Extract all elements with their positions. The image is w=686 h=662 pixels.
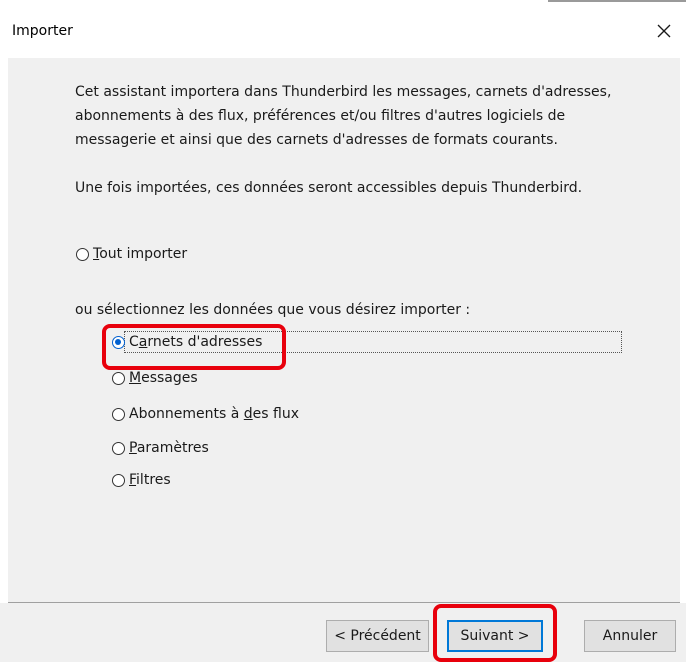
radio-import-all[interactable]: Tout importer bbox=[76, 242, 187, 266]
radio-label: Messages bbox=[129, 370, 198, 386]
intro-text-secondary: Une fois importées, ces données seront a… bbox=[75, 180, 583, 196]
radio-filters[interactable]: Filtres bbox=[112, 468, 171, 492]
next-button[interactable]: Suivant > bbox=[447, 620, 543, 652]
radio-circle-icon bbox=[112, 441, 125, 455]
cancel-button[interactable]: Annuler bbox=[584, 620, 676, 652]
window-edge-line bbox=[548, 0, 686, 2]
intro-text: Cet assistant importera dans Thunderbird… bbox=[75, 84, 612, 148]
import-dialog: Importer Cet assistant importera dans Th… bbox=[0, 0, 686, 662]
radio-label: Carnets d'adresses bbox=[129, 334, 263, 350]
radio-circle-icon bbox=[112, 407, 125, 421]
close-button[interactable] bbox=[650, 17, 678, 45]
radio-settings[interactable]: Paramètres bbox=[112, 436, 209, 460]
radio-circle-icon bbox=[112, 473, 125, 487]
radio-checked-icon bbox=[112, 335, 125, 349]
radio-address-books[interactable]: Carnets d'adresses bbox=[112, 330, 262, 354]
radio-circle-icon bbox=[76, 247, 89, 261]
radio-label: Abonnements à des flux bbox=[129, 406, 300, 422]
radio-label: Paramètres bbox=[129, 440, 209, 456]
dialog-title: Importer bbox=[12, 23, 73, 39]
radio-circle-icon bbox=[112, 371, 125, 385]
wizard-content: Cet assistant importera dans Thunderbird… bbox=[8, 58, 680, 602]
section-label: ou sélectionnez les données que vous dés… bbox=[75, 302, 471, 318]
dialog-titlebar: Importer bbox=[0, 0, 686, 58]
close-icon bbox=[657, 24, 671, 38]
radio-feed-subscriptions[interactable]: Abonnements à des flux bbox=[112, 402, 299, 426]
back-button[interactable]: < Précédent bbox=[326, 620, 429, 652]
radio-label: Filtres bbox=[129, 472, 171, 488]
radio-messages[interactable]: Messages bbox=[112, 366, 198, 390]
radio-label: Tout importer bbox=[93, 246, 188, 262]
